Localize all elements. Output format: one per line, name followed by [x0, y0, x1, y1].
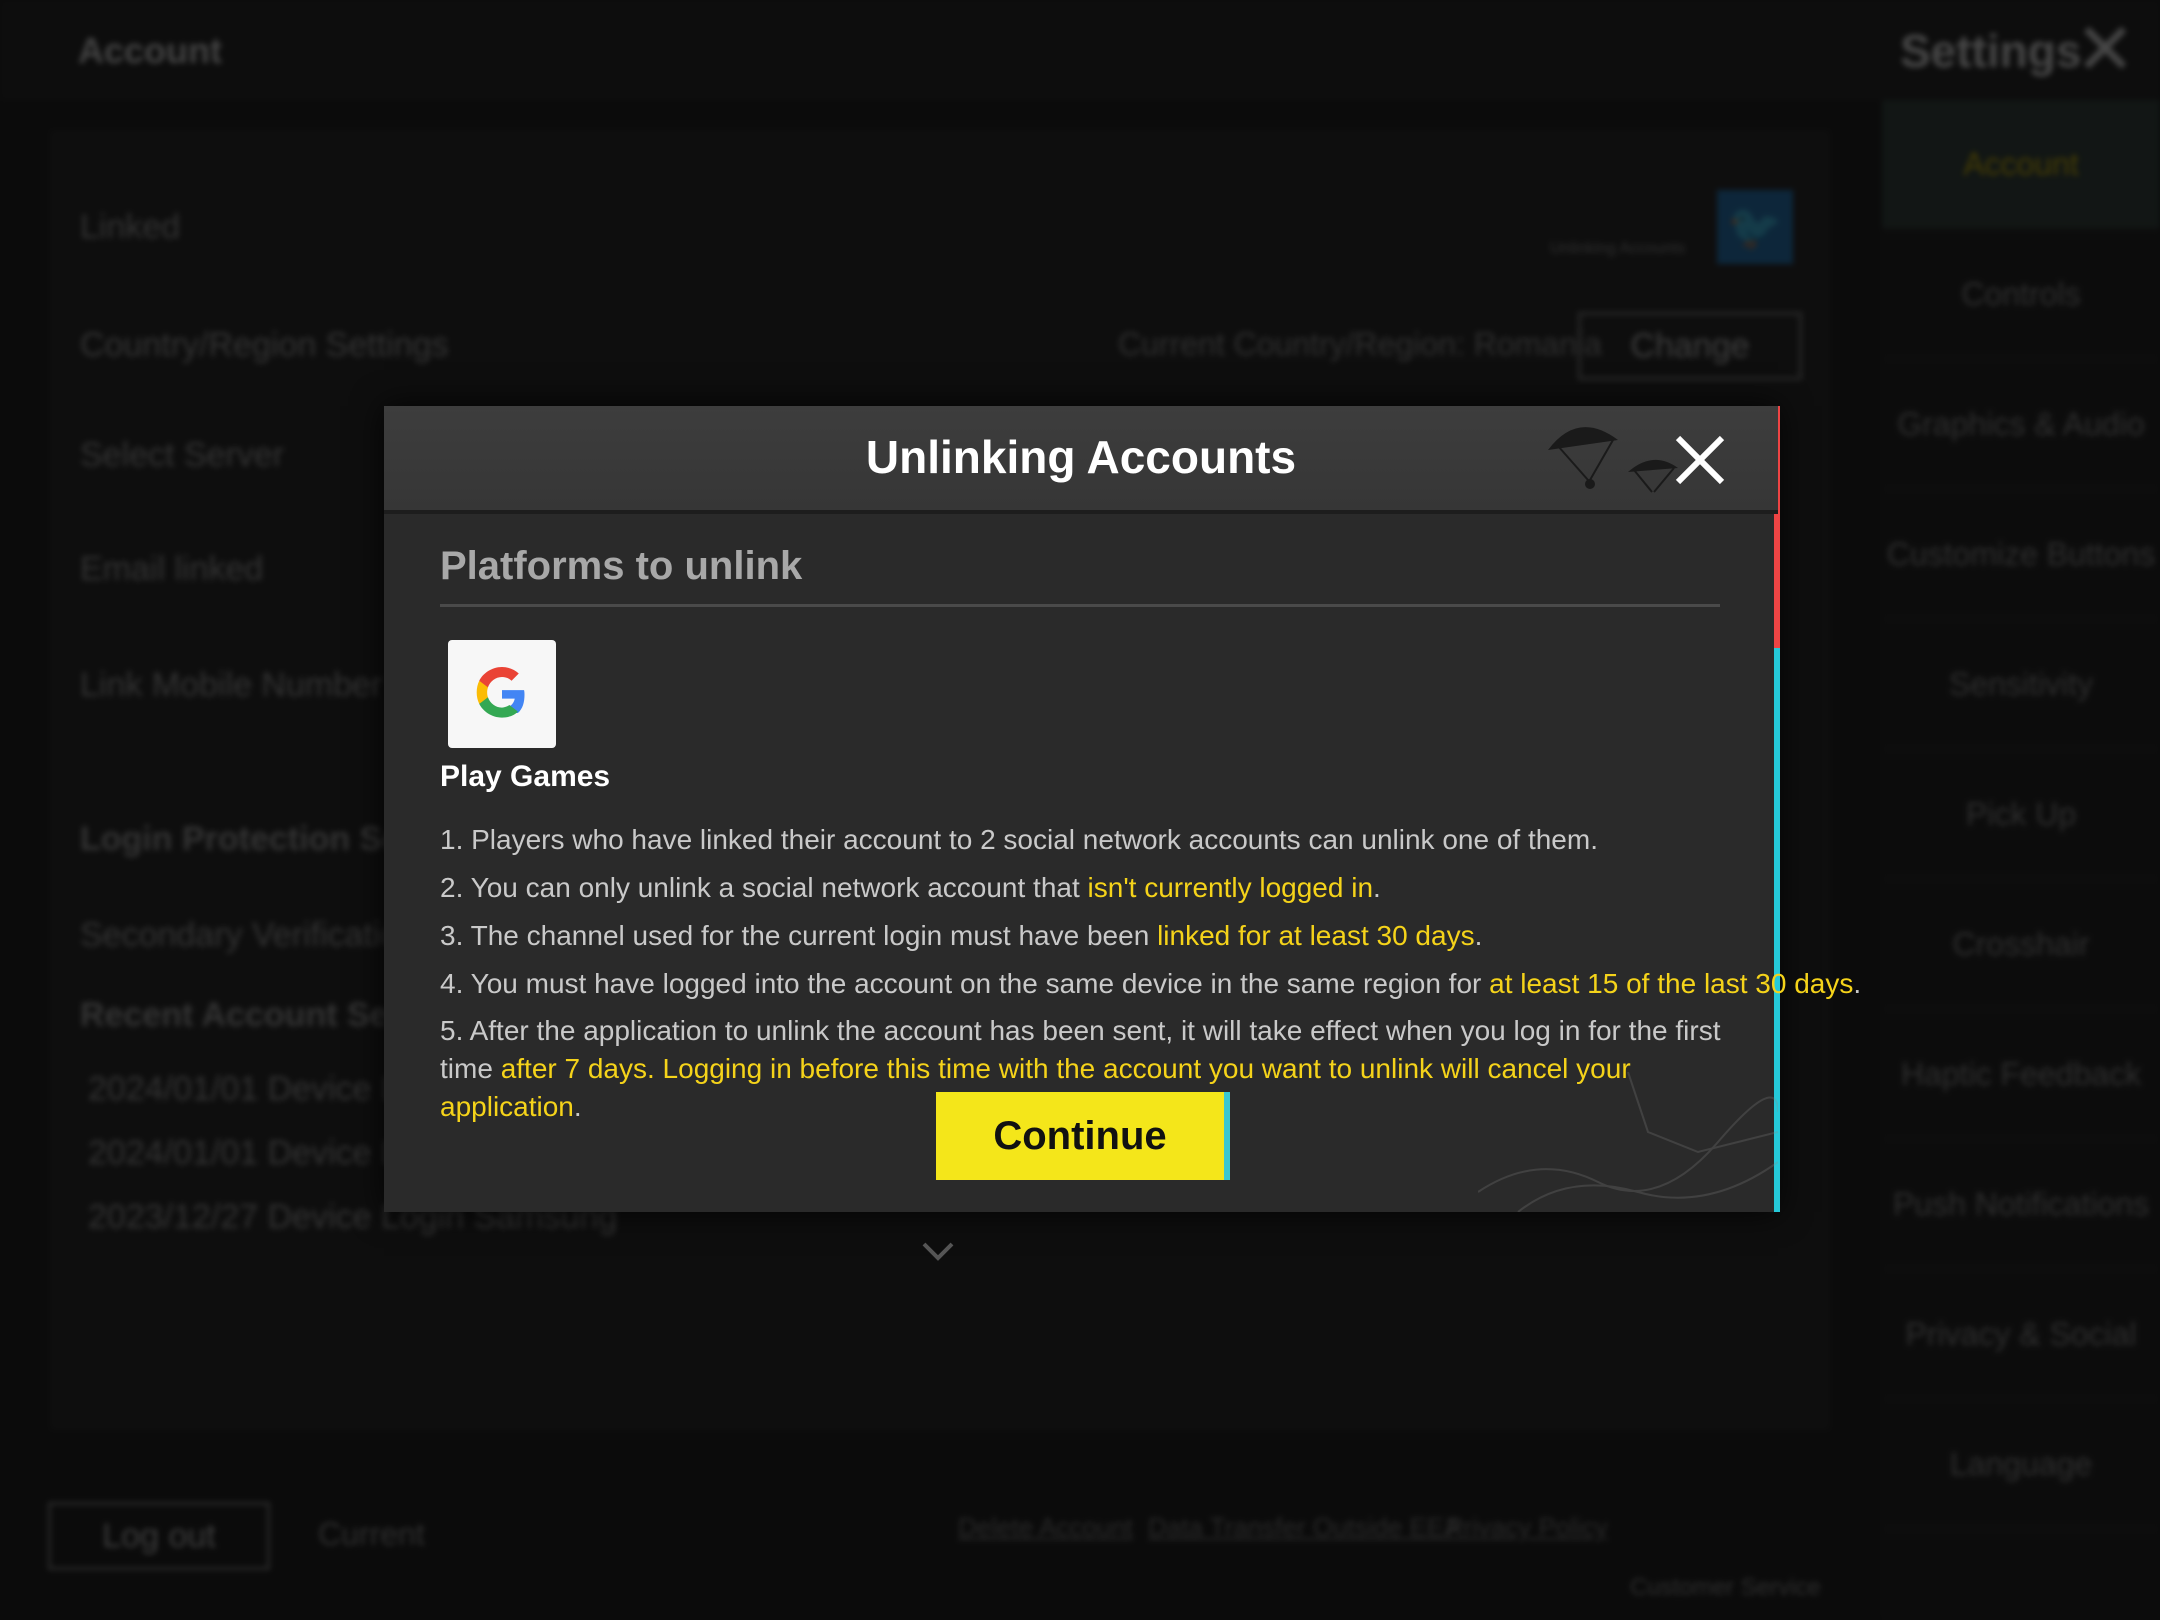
rule-item: 4. You must have logged into the account…	[440, 968, 1862, 999]
rule-item: 2. You can only unlink a social network …	[440, 872, 1381, 903]
rule-item: 3. The channel used for the current logi…	[440, 920, 1483, 951]
rule-highlight: isn't currently logged in	[1087, 872, 1374, 903]
rule-highlight: linked for at least 30 days	[1157, 920, 1475, 951]
unlinking-accounts-dialog: Unlinking Accounts Platforms to unlink P…	[384, 406, 1862, 1212]
rule-highlight: at least 15 of the last 30 days	[1489, 968, 1854, 999]
platform-tile[interactable]	[448, 640, 556, 748]
rule-item: 1. Players who have linked their account…	[440, 824, 1598, 855]
section-title: Platforms to unlink	[440, 544, 803, 588]
google-icon	[476, 667, 525, 718]
continue-button[interactable]: Continue	[936, 1092, 1230, 1180]
dialog-header: Unlinking Accounts	[384, 406, 1778, 514]
chevron-down-icon[interactable]	[918, 1232, 958, 1272]
map-decoration	[1478, 1072, 1778, 1212]
close-icon[interactable]	[1670, 430, 1730, 490]
platform-name: Play Games	[440, 760, 611, 793]
section-divider	[440, 604, 1720, 607]
